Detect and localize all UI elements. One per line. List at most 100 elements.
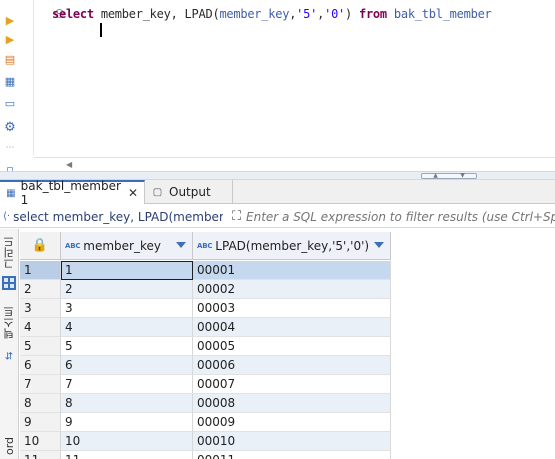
tab-bak-tbl-member[interactable]: ▦ bak_tbl_member 1 ✕ bbox=[0, 179, 145, 207]
table-row[interactable]: 7 7 00007 bbox=[20, 375, 391, 394]
query-text-label[interactable]: ⟨· select member_key, LPAD(member_k bbox=[3, 208, 223, 225]
member-key-cell[interactable]: 9 bbox=[61, 413, 193, 432]
explain-plan-icon[interactable]: ▦ bbox=[3, 74, 17, 88]
table-row[interactable]: 9 9 00009 bbox=[20, 413, 391, 432]
query-icon: ⟨· bbox=[3, 211, 11, 222]
query-text: select member_key, LPAD(member_k bbox=[13, 209, 223, 224]
results-grid[interactable]: 🔒 ABC member_key ABC LPAD(member_key,'5'… bbox=[20, 232, 555, 459]
table-row[interactable]: 5 5 00005 bbox=[20, 337, 391, 356]
column-header-label: member_key bbox=[83, 238, 161, 253]
lpad-cell[interactable]: 00009 bbox=[193, 413, 391, 432]
tab-label: bak_tbl_member 1 bbox=[20, 179, 121, 207]
row-number-header[interactable]: 🔒 bbox=[20, 232, 61, 260]
lock-icon[interactable]: 🔒 bbox=[32, 238, 48, 253]
close-icon[interactable]: ✕ bbox=[128, 186, 138, 200]
collapse-up-icon[interactable]: ▲ bbox=[433, 173, 438, 179]
lpad-cell[interactable]: 00001 bbox=[193, 261, 391, 280]
row-number-cell[interactable]: 5 bbox=[20, 337, 61, 356]
row-number-cell[interactable]: 2 bbox=[20, 280, 61, 299]
column-header-label: LPAD(member_key,'5','0') bbox=[215, 238, 370, 253]
column-header-lpad[interactable]: ABC LPAD(member_key,'5','0') bbox=[193, 232, 391, 260]
code-area[interactable]: − select member_key, LPAD(member_key,'5'… bbox=[34, 0, 555, 155]
row-number-cell[interactable]: 11 bbox=[20, 451, 61, 459]
column-header-member-key[interactable]: ABC member_key bbox=[61, 232, 193, 260]
sql-comma: , bbox=[170, 7, 185, 21]
table-row[interactable]: 6 6 00006 bbox=[20, 356, 391, 375]
splitter-handle[interactable]: ▲ ▼ bbox=[421, 173, 477, 179]
string-type-icon: ABC bbox=[65, 241, 81, 250]
lpad-cell[interactable]: 00005 bbox=[193, 337, 391, 356]
table-row[interactable]: 4 4 00004 bbox=[20, 318, 391, 337]
execute-in-new-tab-icon[interactable]: ▤ bbox=[3, 52, 17, 66]
lpad-cell[interactable]: 00010 bbox=[193, 432, 391, 451]
console-icon[interactable]: ▭ bbox=[3, 96, 17, 110]
more-icon[interactable]: ⋯ bbox=[3, 141, 17, 155]
table-row[interactable]: 111100011 bbox=[20, 451, 391, 459]
tab-label: Output bbox=[169, 185, 211, 199]
filter-input[interactable] bbox=[246, 208, 555, 225]
grid-view-icon[interactable] bbox=[2, 276, 16, 290]
sql-string-literal: '5' bbox=[296, 7, 318, 21]
lpad-cell[interactable]: 00011 bbox=[193, 451, 391, 459]
grid-header: 🔒 ABC member_key ABC LPAD(member_key,'5'… bbox=[20, 232, 555, 260]
table-icon: ▦ bbox=[6, 187, 16, 199]
row-number-cell[interactable]: 9 bbox=[20, 413, 61, 432]
sql-keyword-from: from bbox=[358, 7, 387, 21]
table-row[interactable]: 1 1 00001 bbox=[20, 261, 391, 280]
editor-gutter bbox=[22, 0, 34, 155]
table-row[interactable]: 8 8 00008 bbox=[20, 394, 391, 413]
gear-icon[interactable]: ⚙ bbox=[3, 120, 17, 134]
lpad-cell[interactable]: 00006 bbox=[193, 356, 391, 375]
run-icon[interactable]: ▶ bbox=[3, 13, 17, 27]
side-tab-text[interactable]: 텍스트 bbox=[1, 301, 18, 345]
editor-horizontal-scrollbar[interactable]: ◀ bbox=[34, 157, 555, 171]
lpad-cell[interactable]: 00008 bbox=[193, 394, 391, 413]
row-number-cell[interactable]: 7 bbox=[20, 375, 61, 394]
member-key-cell[interactable]: 4 bbox=[61, 318, 193, 337]
sql-paren-close: ) bbox=[345, 7, 359, 21]
member-key-cell[interactable]: 5 bbox=[61, 337, 193, 356]
expand-filter-icon[interactable]: ⛶ bbox=[228, 209, 245, 224]
member-key-cell[interactable]: 7 bbox=[61, 375, 193, 394]
lpad-cell[interactable]: 00002 bbox=[193, 280, 391, 299]
scroll-left-icon[interactable]: ◀ bbox=[66, 160, 72, 169]
output-icon: ▢ bbox=[152, 186, 163, 198]
member-key-cell[interactable]: 1 bbox=[61, 261, 193, 280]
result-tabs-bar: ▦ bak_tbl_member 1 ✕ ▢ Output bbox=[0, 179, 555, 207]
sql-column: member_key bbox=[100, 7, 171, 21]
run-script-icon[interactable]: ▶ bbox=[3, 32, 17, 46]
row-number-cell[interactable]: 1 bbox=[20, 261, 61, 280]
sql-editor[interactable]: ▶ ▶ ▤ ▦ ▭ ⚙ ⋯ ▫ − select member_key, LPA… bbox=[0, 0, 555, 176]
tab-output[interactable]: ▢ Output bbox=[145, 180, 233, 204]
table-row[interactable]: 3 3 00003 bbox=[20, 299, 391, 318]
code-line: select member_key, LPAD(member_key,'5','… bbox=[52, 7, 492, 21]
member-key-cell[interactable]: 6 bbox=[61, 356, 193, 375]
editor-left-toolbar: ▶ ▶ ▤ ▦ ▭ ⚙ ⋯ ▫ bbox=[0, 0, 20, 176]
sql-function: LPAD bbox=[184, 7, 213, 21]
text-view-icon[interactable]: ⇆ bbox=[1, 349, 18, 363]
side-tab-label: 텍스트 bbox=[2, 306, 16, 340]
text-caret bbox=[100, 23, 102, 37]
side-tab-record[interactable]: ord bbox=[1, 433, 18, 459]
row-number-cell[interactable]: 10 bbox=[20, 432, 61, 451]
sort-dropdown-icon[interactable] bbox=[374, 242, 384, 248]
lpad-cell[interactable]: 00007 bbox=[193, 375, 391, 394]
sql-table-name: bak_tbl_member bbox=[393, 7, 492, 21]
table-row[interactable]: 2 2 00002 bbox=[20, 280, 391, 299]
lpad-cell[interactable]: 00003 bbox=[193, 299, 391, 318]
collapse-down-icon[interactable]: ▼ bbox=[460, 173, 465, 179]
row-number-cell[interactable]: 3 bbox=[20, 299, 61, 318]
row-number-cell[interactable]: 6 bbox=[20, 356, 61, 375]
row-number-cell[interactable]: 4 bbox=[20, 318, 61, 337]
side-tab-label: ord bbox=[3, 436, 16, 456]
sort-dropdown-icon[interactable] bbox=[176, 242, 186, 248]
table-row[interactable]: 10 10 00010 bbox=[20, 432, 391, 451]
lpad-cell[interactable]: 00004 bbox=[193, 318, 391, 337]
side-tab-grid[interactable]: 그리드 bbox=[1, 233, 18, 273]
member-key-cell[interactable]: 8 bbox=[61, 394, 193, 413]
row-number-cell[interactable]: 8 bbox=[20, 394, 61, 413]
member-key-cell[interactable]: 3 bbox=[61, 299, 193, 318]
member-key-cell[interactable]: 2 bbox=[61, 280, 193, 299]
member-key-cell[interactable]: 11 bbox=[61, 451, 193, 459]
member-key-cell[interactable]: 10 bbox=[61, 432, 193, 451]
